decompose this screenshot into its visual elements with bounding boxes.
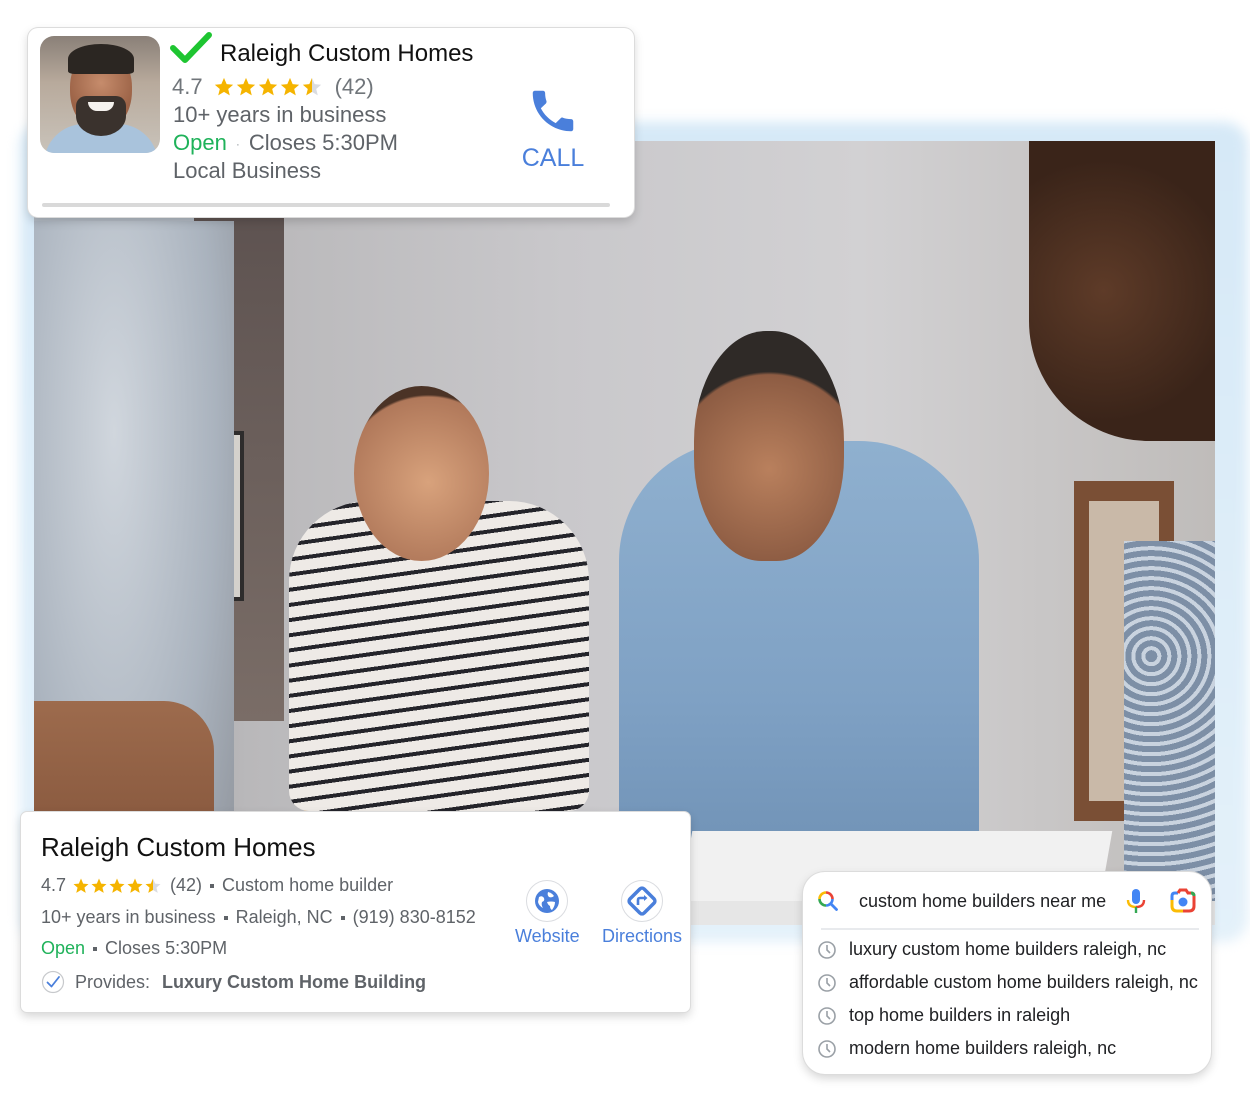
star-icon (127, 878, 143, 893)
phone-number[interactable]: (919) 830-8152 (353, 907, 476, 928)
star-rating (213, 76, 323, 98)
lens-camera-icon[interactable] (1169, 888, 1197, 914)
open-status: Open (41, 938, 86, 958)
business-name: Raleigh Custom Homes (220, 40, 474, 67)
photo-right-person (1029, 141, 1215, 441)
years-in-business: 10+ years in business (41, 907, 216, 927)
open-status: Open (173, 130, 227, 155)
photo-woman-head (354, 386, 489, 561)
search-input[interactable]: custom home builders near me (859, 891, 1125, 912)
suggestion-text: modern home builders raleigh, nc (849, 1038, 1117, 1058)
google-search-icon (818, 891, 838, 911)
separator-dot (340, 915, 345, 920)
globe-icon (535, 889, 560, 913)
search-box-card: custom home builders near me luxury cust… (803, 872, 1211, 1074)
suggestion-text: affordable custom home builders raleigh,… (849, 972, 1198, 992)
business-listing-card: Raleigh Custom Homes 4.7 (42) Custom hom… (21, 812, 690, 1012)
star-icon (73, 878, 89, 893)
star-icon (236, 77, 255, 96)
star-icon (302, 77, 321, 96)
business-avatar (40, 36, 160, 153)
star-icon (280, 77, 299, 96)
suggestion-item[interactable]: top home builders in raleigh (817, 1005, 1070, 1026)
rating-row: 4.7 (42) Custom home builder (41, 875, 393, 896)
check-circle-icon (41, 970, 65, 994)
review-count[interactable]: (42) (170, 875, 202, 896)
review-count[interactable]: (42) (335, 74, 374, 100)
clock-icon (818, 973, 836, 992)
separator-dot: · (235, 137, 240, 152)
suggestion-text: top home builders in raleigh (849, 1005, 1071, 1025)
hours-row: Open Closes 5:30PM (41, 938, 227, 959)
photo-man-head (694, 331, 844, 561)
rating-value: 4.7 (172, 74, 203, 99)
mic-icon[interactable] (1125, 888, 1147, 914)
separator-dot (223, 915, 228, 920)
info-row: 10+ years in business Raleigh, NC (919) … (41, 907, 476, 928)
team-photo (34, 141, 1215, 925)
clock-icon (818, 940, 836, 959)
years-in-business: 10+ years in business (173, 102, 387, 127)
provides-value: Luxury Custom Home Building (162, 971, 427, 992)
website-label: Website (515, 926, 580, 946)
call-button[interactable]: CALL (498, 84, 608, 184)
directions-icon (627, 886, 657, 916)
directions-label: Directions (602, 926, 683, 946)
rating-row: 4.7 (42) (172, 74, 374, 100)
business-category: Custom home builder (222, 875, 394, 895)
provides-row: Provides: Luxury Custom Home Building (41, 970, 426, 994)
business-name[interactable]: Raleigh Custom Homes (41, 832, 316, 863)
star-icon (109, 878, 125, 893)
location: Raleigh, NC (235, 907, 333, 927)
business-card-compact: Raleigh Custom Homes 4.7 (42) 10+ years … (28, 28, 634, 217)
phone-icon (532, 90, 574, 132)
star-rating (72, 877, 162, 895)
photo-right-shirt (1124, 541, 1215, 925)
suggestion-item[interactable]: luxury custom home builders raleigh, nc (817, 939, 1166, 960)
verified-check-icon (170, 32, 212, 63)
star-icon (214, 77, 233, 96)
separator-dot (210, 883, 215, 888)
separator-dot (93, 946, 98, 951)
hours-row: Open · Closes 5:30PM (173, 130, 398, 156)
search-input-row[interactable]: custom home builders near me (817, 888, 1197, 914)
clock-icon (818, 1006, 836, 1025)
star-icon (258, 77, 277, 96)
directions-button[interactable]: Directions (602, 880, 682, 947)
closing-time: Closes 5:30PM (248, 130, 399, 155)
suggestion-item[interactable]: modern home builders raleigh, nc (817, 1038, 1116, 1059)
card-divider (42, 203, 610, 207)
rating-value: 4.7 (41, 875, 67, 895)
business-category: Local Business (173, 158, 321, 183)
search-divider (821, 928, 1199, 930)
suggestion-item[interactable]: affordable custom home builders raleigh,… (817, 972, 1198, 993)
suggestion-text: luxury custom home builders raleigh, nc (849, 939, 1167, 959)
star-icon (91, 878, 107, 893)
provides-label: Provides: (75, 971, 151, 992)
website-button[interactable]: Website (515, 880, 580, 947)
call-label: CALL (521, 144, 585, 172)
clock-icon (818, 1039, 836, 1058)
closing-time: Closes 5:30PM (105, 938, 228, 958)
star-icon (145, 878, 161, 893)
